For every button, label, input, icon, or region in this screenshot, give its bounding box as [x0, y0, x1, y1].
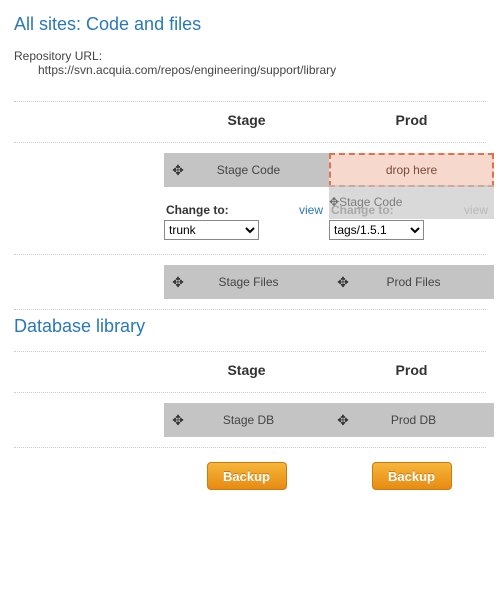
prod-db-block[interactable]: ✥ Prod DB	[329, 403, 494, 437]
divider	[14, 309, 486, 310]
section-title-code-files: All sites: Code and files	[14, 14, 486, 35]
repository-url-value: https://svn.acquia.com/repos/engineering…	[14, 63, 486, 77]
prod-drop-target[interactable]: drop here	[329, 153, 494, 187]
move-icon[interactable]: ✥	[329, 403, 357, 437]
stage-branch-select[interactable]: trunk	[164, 220, 259, 240]
move-icon[interactable]: ✥	[164, 153, 192, 187]
prod-branch-select[interactable]: tags/1.5.1	[329, 220, 424, 240]
stage-db-label: Stage DB	[192, 413, 329, 427]
column-header-prod-db: Prod	[329, 362, 494, 378]
repository-url-block: Repository URL: https://svn.acquia.com/r…	[14, 49, 486, 77]
column-header-stage-db: Stage	[164, 362, 329, 378]
section-title-database: Database library	[14, 316, 486, 337]
prod-db-label: Prod DB	[357, 413, 494, 427]
repository-url-label: Repository URL:	[14, 49, 486, 63]
column-header-stage: Stage	[164, 112, 329, 128]
stage-code-block[interactable]: ✥ Stage Code	[164, 153, 329, 187]
stage-backup-button[interactable]: Backup	[207, 462, 287, 490]
move-icon[interactable]: ✥	[164, 265, 192, 299]
prod-change-to-label: Change to:	[329, 203, 494, 217]
move-icon[interactable]: ✥	[329, 265, 357, 299]
prod-backup-button[interactable]: Backup	[372, 462, 452, 490]
stage-db-block[interactable]: ✥ Stage DB	[164, 403, 329, 437]
prod-files-label: Prod Files	[357, 275, 494, 289]
stage-code-label: Stage Code	[192, 163, 329, 177]
stage-files-block[interactable]: ✥ Stage Files	[164, 265, 329, 299]
stage-files-label: Stage Files	[192, 275, 329, 289]
move-icon[interactable]: ✥	[164, 403, 192, 437]
drop-here-label: drop here	[386, 163, 437, 177]
prod-files-block[interactable]: ✥ Prod Files	[329, 265, 494, 299]
stage-view-link[interactable]: view	[299, 203, 323, 217]
column-header-prod: Prod	[329, 112, 494, 128]
